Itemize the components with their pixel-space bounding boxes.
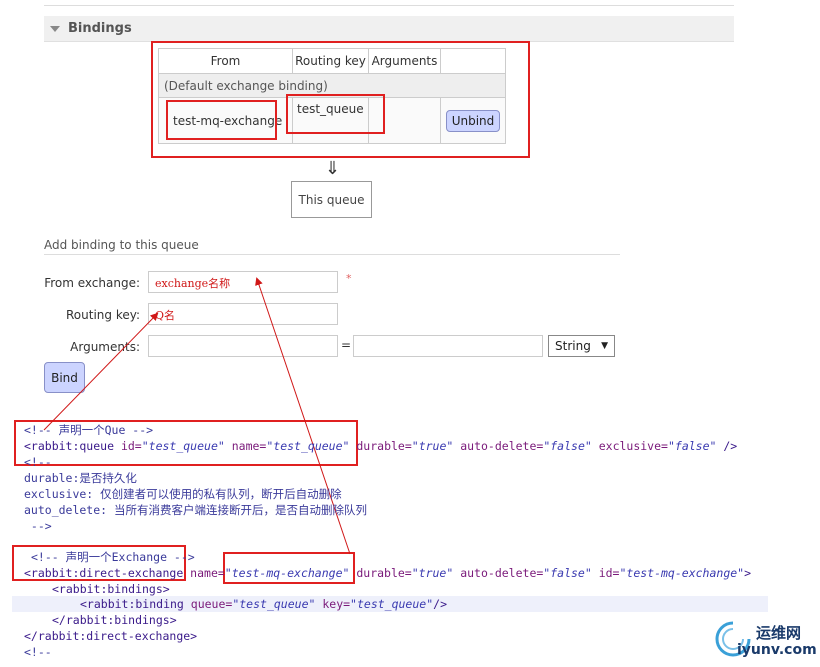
code-line-6: auto_delete: 当所有消费客户端连接断开后，是否自动删除队列 <box>24 503 368 517</box>
watermark-name: 运维网 <box>756 624 802 642</box>
code-line-2: <rabbit:queue id="test_queue" name="test… <box>24 439 738 453</box>
code-line-7: --> <box>24 519 52 533</box>
code-line-3: <!-- <box>24 455 52 469</box>
code-line-1: <!-- 声明一个Que --> <box>24 423 154 437</box>
code-line-14: <!-- <box>24 645 52 659</box>
arrow-queue-to-routing-key <box>43 312 159 431</box>
code-line-8: <!-- 声明一个Exchange --> <box>31 550 195 564</box>
code-line-13: </rabbit:direct-exchange> <box>24 629 198 643</box>
code-line-10: <rabbit:bindings> <box>52 582 170 596</box>
code-line-9: <rabbit:direct-exchange name="test-mq-ex… <box>24 566 752 580</box>
code-line-11: <rabbit:binding queue="test_queue" key="… <box>80 597 447 611</box>
watermark-url: iyunv.com <box>737 642 817 658</box>
code-line-4: durable:是否持久化 <box>24 471 137 485</box>
code-line-5: exclusive: 仅创建者可以使用的私有队列，断开后自动删除 <box>24 487 342 501</box>
code-line-12: </rabbit:bindings> <box>52 613 177 627</box>
